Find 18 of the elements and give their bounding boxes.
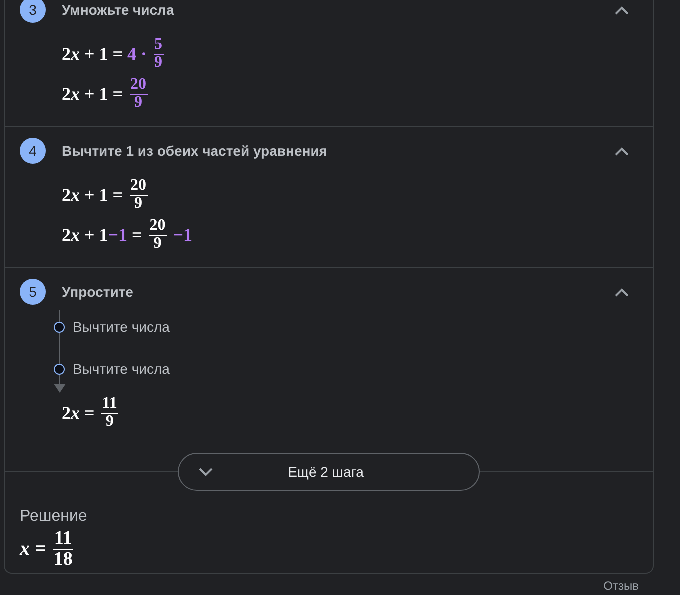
step-title: Упростите xyxy=(62,282,134,302)
step-number: 5 xyxy=(20,279,46,305)
step-title: Вычтите 1 из обеих частей уравнения xyxy=(62,142,328,161)
chevron-up-icon xyxy=(615,146,629,156)
step-title: Умножьте числа xyxy=(62,0,176,20)
substep-label[interactable]: Вычтите числа xyxy=(73,316,170,338)
substep-label[interactable]: Вычтите числа xyxy=(73,358,170,380)
step-number: 4 xyxy=(20,138,46,164)
solution-heading: Решение xyxy=(19,507,88,527)
timeline-dot-icon xyxy=(54,364,65,374)
chevron-up-icon xyxy=(615,288,629,296)
chevron-down-icon xyxy=(199,468,213,476)
feedback-link[interactable]: Отзыв xyxy=(604,577,639,595)
arrow-down-icon xyxy=(54,384,66,393)
step-number: 3 xyxy=(20,0,46,23)
chevron-up-icon xyxy=(615,6,629,14)
timeline-dot-icon xyxy=(54,322,65,332)
more-steps-button[interactable]: Ещё 2 шага xyxy=(178,453,480,491)
